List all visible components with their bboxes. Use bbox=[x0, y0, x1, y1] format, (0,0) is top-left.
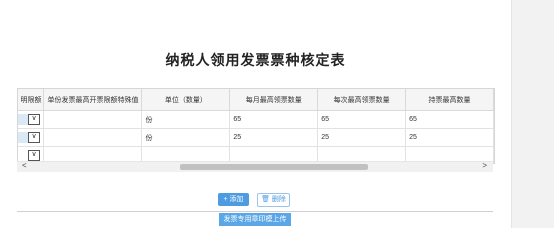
table-row: ∨ 份 65 65 65 bbox=[18, 110, 494, 129]
special-limit-cell[interactable] bbox=[43, 128, 143, 147]
each-max-cell[interactable]: 25 bbox=[317, 128, 407, 147]
scroll-left-icon[interactable]: < bbox=[22, 161, 27, 170]
limit-select[interactable]: ∨ bbox=[18, 114, 40, 125]
divider bbox=[17, 211, 493, 212]
page: 纳税人领用发票票种核定表 明限额 单份发票最高开票限额特殊值 单位（数量） 每月… bbox=[0, 0, 554, 228]
col-header-hold-max: 持票最高数量 bbox=[405, 89, 494, 111]
grid-header-row: 明限额 单份发票最高开票限额特殊值 单位（数量） 每月最高领票数量 每次最高领票… bbox=[18, 89, 494, 111]
hold-max-cell[interactable]: 25 bbox=[405, 128, 494, 147]
limit-select[interactable]: ∨ bbox=[18, 150, 40, 161]
col-header-special-limit: 单份发票最高开票限额特殊值 bbox=[43, 89, 143, 111]
seal-upload-button[interactable]: 发票专用章印模上传 bbox=[219, 213, 291, 226]
limit-select-cell[interactable]: ∨ bbox=[18, 110, 45, 129]
horizontal-scrollbar[interactable]: < > bbox=[17, 161, 493, 172]
right-panel bbox=[511, 0, 554, 228]
unit-cell[interactable]: 份 bbox=[141, 128, 231, 147]
chevron-down-icon[interactable]: ∨ bbox=[28, 150, 40, 161]
add-row-button[interactable]: + 添加 bbox=[218, 193, 249, 206]
limit-select[interactable]: ∨ bbox=[18, 132, 40, 143]
special-limit-cell[interactable] bbox=[43, 110, 143, 129]
scroll-right-icon[interactable]: > bbox=[482, 161, 487, 170]
hold-max-cell[interactable]: 65 bbox=[405, 110, 494, 129]
page-title: 纳税人领用发票票种核定表 bbox=[165, 52, 346, 68]
unit-cell[interactable]: 份 bbox=[141, 110, 231, 129]
col-header-unit: 单位（数量） bbox=[141, 89, 231, 111]
delete-row-button[interactable]: 🗑 删除 bbox=[257, 193, 290, 207]
invoice-type-grid: 明限额 单份发票最高开票限额特殊值 单位（数量） 每月最高领票数量 每次最高领票… bbox=[17, 88, 495, 164]
chevron-down-icon[interactable]: ∨ bbox=[28, 114, 40, 125]
scrollbar-thumb[interactable] bbox=[180, 164, 368, 170]
monthly-max-cell[interactable]: 25 bbox=[229, 128, 319, 147]
monthly-max-cell[interactable]: 65 bbox=[229, 110, 319, 129]
col-header-limit: 明限额 bbox=[18, 89, 45, 111]
col-header-each-max: 每次最高领票数量 bbox=[317, 89, 407, 111]
chevron-down-icon[interactable]: ∨ bbox=[28, 132, 40, 143]
table-row: ∨ 份 25 25 25 bbox=[18, 128, 494, 147]
limit-select-cell[interactable]: ∨ bbox=[18, 128, 45, 147]
col-header-monthly-max: 每月最高领票数量 bbox=[229, 89, 319, 111]
each-max-cell[interactable]: 65 bbox=[317, 110, 407, 129]
